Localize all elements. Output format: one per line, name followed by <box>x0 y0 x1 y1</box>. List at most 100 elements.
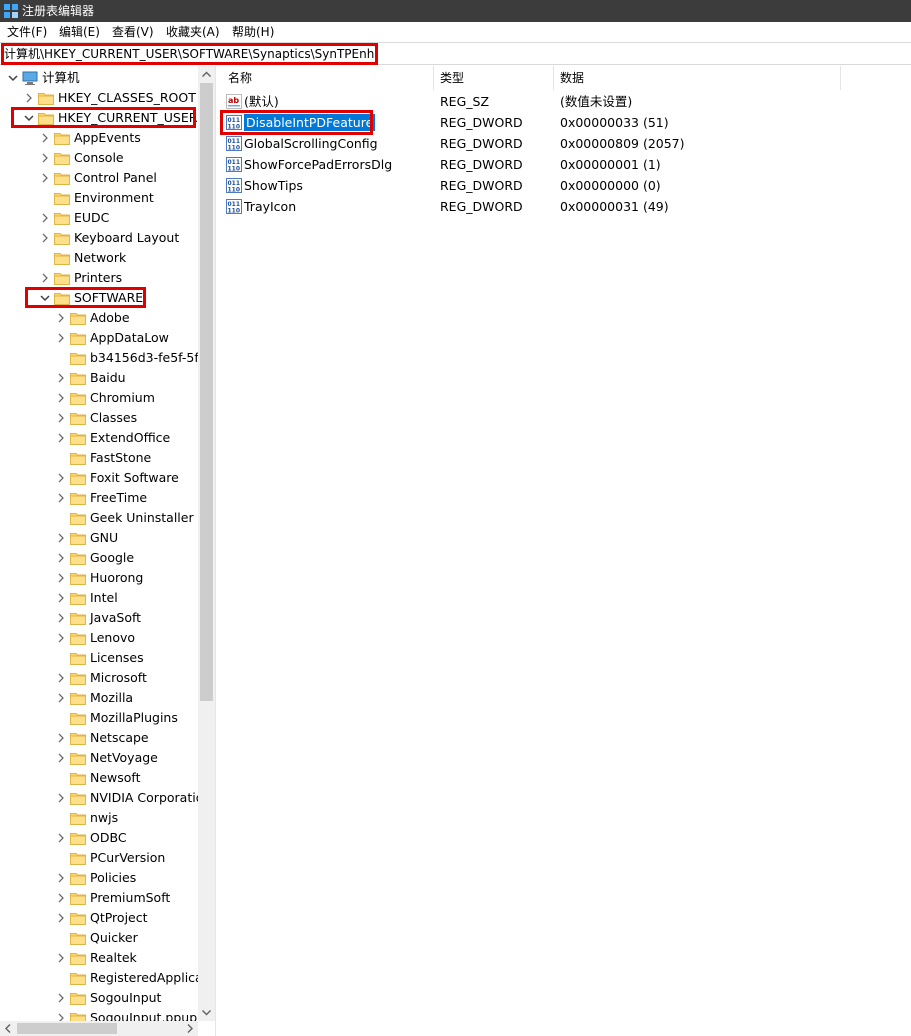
tree-item-key[interactable]: NetVoyage <box>0 748 198 768</box>
column-divider[interactable] <box>433 66 434 90</box>
menu-help[interactable]: 帮助(H) <box>232 25 274 39</box>
chevron-right-icon[interactable] <box>56 732 66 744</box>
tree-item-key[interactable]: Foxit Software <box>0 468 198 488</box>
tree-item-hive[interactable]: HKEY_CLASSES_ROOT <box>0 88 198 108</box>
chevron-right-icon[interactable] <box>56 672 66 684</box>
chevron-right-icon[interactable] <box>56 752 66 764</box>
chevron-right-icon[interactable] <box>56 472 66 484</box>
tree-item-key[interactable]: NVIDIA Corporatio <box>0 788 203 808</box>
tree-item-key[interactable]: Keyboard Layout <box>0 228 198 248</box>
column-header-data[interactable]: 数据 <box>560 66 584 90</box>
chevron-right-icon[interactable] <box>40 232 50 244</box>
chevron-right-icon[interactable] <box>56 332 66 344</box>
chevron-right-icon[interactable] <box>56 992 66 1004</box>
chevron-right-icon[interactable] <box>56 632 66 644</box>
tree-item-key[interactable]: EUDC <box>0 208 198 228</box>
tree-item-key[interactable]: Lenovo <box>0 628 198 648</box>
tree-item-key[interactable]: Chromium <box>0 388 198 408</box>
tree-item-key[interactable]: Netscape <box>0 728 198 748</box>
chevron-right-icon[interactable] <box>24 92 34 104</box>
tree-item-key[interactable]: RegisteredApplicat <box>0 968 208 988</box>
chevron-right-icon[interactable] <box>56 892 66 904</box>
chevron-right-icon[interactable] <box>40 272 50 284</box>
chevron-right-icon[interactable] <box>56 952 66 964</box>
tree-item-key[interactable]: AppEvents <box>0 128 198 148</box>
chevron-right-icon[interactable] <box>40 172 50 184</box>
tree-item-key[interactable]: Network <box>0 248 198 268</box>
chevron-right-icon[interactable] <box>40 212 50 224</box>
scrollbar-thumb[interactable] <box>17 1023 117 1034</box>
tree-item-key[interactable]: Policies <box>0 868 198 888</box>
tree-item-key[interactable]: MozillaPlugins <box>0 708 198 728</box>
tree-item-key[interactable]: Google <box>0 548 198 568</box>
column-divider[interactable] <box>553 66 554 90</box>
scroll-right-icon[interactable] <box>181 1021 198 1036</box>
chevron-right-icon[interactable] <box>56 412 66 424</box>
tree-item-key[interactable]: AppDataLow <box>0 328 198 348</box>
tree-item-key[interactable]: Baidu <box>0 368 198 388</box>
chevron-right-icon[interactable] <box>56 612 66 624</box>
chevron-right-icon[interactable] <box>56 792 66 804</box>
tree-vertical-scrollbar[interactable] <box>198 66 215 1021</box>
chevron-right-icon[interactable] <box>40 152 50 164</box>
menu-edit[interactable]: 编辑(E) <box>59 25 100 39</box>
tree-item-key[interactable]: PCurVersion <box>0 848 198 868</box>
chevron-right-icon[interactable] <box>56 912 66 924</box>
chevron-right-icon[interactable] <box>56 552 66 564</box>
tree-item-key[interactable]: Control Panel <box>0 168 198 188</box>
value-row[interactable]: ab (默认) REG_SZ (数值未设置) <box>220 91 911 112</box>
tree-item-key[interactable]: FastStone <box>0 448 198 468</box>
scroll-down-icon[interactable] <box>198 1004 215 1021</box>
menu-file[interactable]: 文件(F) <box>7 25 47 39</box>
tree-item-key[interactable]: GNU <box>0 528 198 548</box>
menu-view[interactable]: 查看(V) <box>112 25 154 39</box>
chevron-right-icon[interactable] <box>40 132 50 144</box>
key-tree[interactable]: 计算机 HKEY_CLASSES_ROOT HKEY_CURRENT_USER App… <box>0 66 215 1036</box>
tree-item-key[interactable]: Newsoft <box>0 768 198 788</box>
value-row[interactable]: 011 110 TrayIcon REG_DWORD 0x00000031 (49) <box>220 196 911 217</box>
tree-item-key[interactable]: ODBC <box>0 828 198 848</box>
tree-item-key[interactable]: Microsoft <box>0 668 198 688</box>
tree-item-key[interactable]: Licenses <box>0 648 198 668</box>
tree-item-key[interactable]: Environment <box>0 188 198 208</box>
tree-item-key[interactable]: b34156d3-fe5f-5fd <box>0 348 207 368</box>
chevron-right-icon[interactable] <box>56 872 66 884</box>
chevron-right-icon[interactable] <box>56 312 66 324</box>
tree-item-key[interactable]: SogouInput <box>0 988 198 1008</box>
chevron-right-icon[interactable] <box>56 432 66 444</box>
tree-item-key[interactable]: Classes <box>0 408 198 428</box>
chevron-right-icon[interactable] <box>56 692 66 704</box>
chevron-down-icon[interactable] <box>8 72 18 84</box>
tree-item-key[interactable]: JavaSoft <box>0 608 198 628</box>
column-header-type[interactable]: 类型 <box>440 66 464 90</box>
chevron-right-icon[interactable] <box>56 372 66 384</box>
chevron-right-icon[interactable] <box>56 572 66 584</box>
tree-horizontal-scrollbar[interactable] <box>0 1021 198 1036</box>
tree-item-key[interactable]: Printers <box>0 268 198 288</box>
tree-item-key[interactable]: PremiumSoft <box>0 888 198 908</box>
tree-item-key[interactable]: Adobe <box>0 308 198 328</box>
tree-item-key[interactable]: nwjs <box>0 808 198 828</box>
tree-item-key[interactable]: Geek Uninstaller <box>0 508 198 528</box>
tree-item-key[interactable]: Realtek <box>0 948 198 968</box>
value-row[interactable]: 011 110 ShowTips REG_DWORD 0x00000000 (0) <box>220 175 911 196</box>
chevron-right-icon[interactable] <box>56 592 66 604</box>
value-row[interactable]: 011 110 ShowForcePadErrorsDlg REG_DWORD 0x00… <box>220 154 911 175</box>
chevron-right-icon[interactable] <box>56 832 66 844</box>
tree-item-key[interactable]: Huorong <box>0 568 198 588</box>
scroll-left-icon[interactable] <box>0 1021 17 1036</box>
tree-item-key[interactable]: Mozilla <box>0 688 198 708</box>
tree-item-key[interactable]: ExtendOffice <box>0 428 198 448</box>
chevron-right-icon[interactable] <box>56 532 66 544</box>
tree-item-key[interactable]: FreeTime <box>0 488 198 508</box>
tree-item-key[interactable]: Intel <box>0 588 198 608</box>
tree-item-computer[interactable]: 计算机 <box>0 68 198 88</box>
chevron-right-icon[interactable] <box>56 492 66 504</box>
menu-favorites[interactable]: 收藏夹(A) <box>166 25 220 39</box>
value-row[interactable]: 011 110 GlobalScrollingConfig REG_DWORD 0x00… <box>220 133 911 154</box>
scrollbar-thumb[interactable] <box>200 83 213 701</box>
chevron-right-icon[interactable] <box>56 392 66 404</box>
column-header-name[interactable]: 名称 <box>228 66 252 90</box>
tree-item-key[interactable]: QtProject <box>0 908 198 928</box>
tree-item-key[interactable]: Console <box>0 148 198 168</box>
